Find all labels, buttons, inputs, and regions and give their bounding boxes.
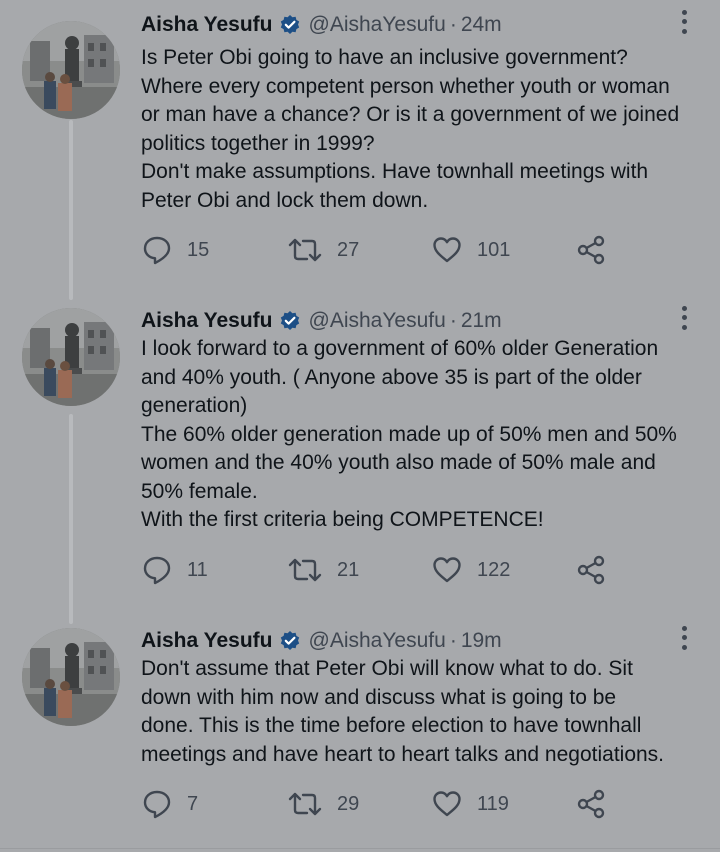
like-button[interactable]: 119 xyxy=(431,787,509,821)
tweet[interactable]: Aisha Yesufu @AishaYesufu · 21m I look f… xyxy=(0,304,720,624)
tweet-text-line: Don't make assumptions. Have townhall me… xyxy=(141,160,649,183)
reply-count: 15 xyxy=(187,238,210,261)
like-count: 122 xyxy=(477,558,511,581)
tweet-text: Don't assume that Peter Obi will know wh… xyxy=(141,655,711,769)
like-count: 119 xyxy=(477,792,509,815)
tweet-text-line: With the first criteria being COMPETENCE… xyxy=(141,508,544,531)
verified-badge-icon xyxy=(279,310,301,332)
author-name[interactable]: Aisha Yesufu xyxy=(141,13,273,37)
more-options-icon[interactable] xyxy=(675,304,693,332)
verified-badge-icon xyxy=(279,630,301,652)
tweet-actions: 11 21 122 xyxy=(141,553,621,587)
tweet-text: I look forward to a government of 60% ol… xyxy=(141,335,711,535)
tweet-text-line: and 40% youth. ( Anyone above 35 is part… xyxy=(141,365,642,389)
tweet-text-line: Where every competent person whether you… xyxy=(141,74,670,98)
avatar[interactable] xyxy=(22,21,120,119)
tweet-timestamp[interactable]: 21m xyxy=(461,309,502,333)
heart-icon xyxy=(433,791,461,817)
retweet-icon xyxy=(288,792,322,816)
share-button[interactable] xyxy=(575,233,607,267)
retweet-button[interactable]: 21 xyxy=(287,553,359,587)
tweet-text-line: I look forward to a government of 60% ol… xyxy=(141,337,659,360)
reply-count: 7 xyxy=(187,792,199,815)
tweet[interactable]: Aisha Yesufu @AishaYesufu · 19m Don't as… xyxy=(0,624,720,844)
avatar[interactable] xyxy=(22,308,120,406)
reply-icon xyxy=(143,790,171,819)
tweet-text-line: Is Peter Obi going to have an inclusive … xyxy=(141,46,628,69)
more-options-icon[interactable] xyxy=(675,624,693,652)
like-button[interactable]: 122 xyxy=(431,553,510,587)
tweet-text-line: Don't assume that Peter Obi will know wh… xyxy=(141,657,633,680)
retweet-icon xyxy=(288,558,322,582)
reply-button[interactable]: 11 xyxy=(141,553,208,587)
retweet-icon xyxy=(288,238,322,262)
author-handle[interactable]: @AishaYesufu xyxy=(309,13,446,37)
avatar[interactable] xyxy=(22,628,120,726)
tweet-timestamp[interactable]: 24m xyxy=(461,13,502,37)
retweet-button[interactable]: 29 xyxy=(287,787,359,821)
tweet-header: Aisha Yesufu @AishaYesufu · 21m xyxy=(141,304,502,338)
tweet-text-line: down with him now and discuss what is go… xyxy=(141,685,617,709)
tweet-text: Is Peter Obi going to have an inclusive … xyxy=(141,44,711,215)
reply-icon xyxy=(143,236,171,265)
author-name[interactable]: Aisha Yesufu xyxy=(141,309,273,333)
retweet-count: 21 xyxy=(337,558,360,581)
tweet-text-line: politics together in 1999? xyxy=(141,131,375,155)
tweet-text-line: women and the 40% youth also made of 50%… xyxy=(141,451,656,474)
author-handle[interactable]: @AishaYesufu xyxy=(309,629,446,653)
reply-button[interactable]: 15 xyxy=(141,233,209,267)
tweet-text-line: meetings and have heart to heart talks a… xyxy=(141,742,665,766)
author-name[interactable]: Aisha Yesufu xyxy=(141,629,273,653)
share-button[interactable] xyxy=(575,787,607,821)
tweet-text-line: The 60% older generation made up of 50% … xyxy=(141,422,677,446)
like-button[interactable]: 101 xyxy=(431,233,510,267)
reply-count: 11 xyxy=(187,558,208,581)
tweet-text-line: Peter Obi and lock them down. xyxy=(141,188,429,212)
author-handle[interactable]: @AishaYesufu xyxy=(309,309,446,333)
tweet-actions: 7 29 119 xyxy=(141,787,621,821)
separator-dot: · xyxy=(449,629,457,652)
tweet-header: Aisha Yesufu @AishaYesufu · 24m xyxy=(141,8,502,42)
separator-dot: · xyxy=(449,309,457,332)
divider xyxy=(0,848,720,849)
retweet-count: 27 xyxy=(337,238,360,261)
tweet[interactable]: Aisha Yesufu @AishaYesufu · 24m Is Peter… xyxy=(0,8,720,298)
verified-badge-icon xyxy=(279,14,301,36)
share-button[interactable] xyxy=(575,553,607,587)
reply-icon xyxy=(143,556,171,585)
separator-dot: · xyxy=(449,13,457,36)
retweet-button[interactable]: 27 xyxy=(287,233,359,267)
tweet-text-line: 50% female. xyxy=(141,479,258,503)
share-icon xyxy=(577,789,605,819)
reply-button[interactable]: 7 xyxy=(141,787,198,821)
retweet-count: 29 xyxy=(337,792,360,815)
share-icon xyxy=(577,555,605,585)
tweet-actions: 15 27 101 xyxy=(141,233,621,267)
tweet-header: Aisha Yesufu @AishaYesufu · 19m xyxy=(141,624,502,658)
share-icon xyxy=(577,235,605,265)
tweet-text-line: done. This is the time before election t… xyxy=(141,714,642,737)
tweet-timestamp[interactable]: 19m xyxy=(461,629,502,653)
heart-icon xyxy=(433,557,461,583)
tweet-text-line: or man have a chance? Or is it a governm… xyxy=(141,103,680,126)
like-count: 101 xyxy=(477,238,511,261)
tweet-text-line: generation) xyxy=(141,394,248,417)
more-options-icon[interactable] xyxy=(675,8,693,36)
heart-icon xyxy=(433,237,461,263)
